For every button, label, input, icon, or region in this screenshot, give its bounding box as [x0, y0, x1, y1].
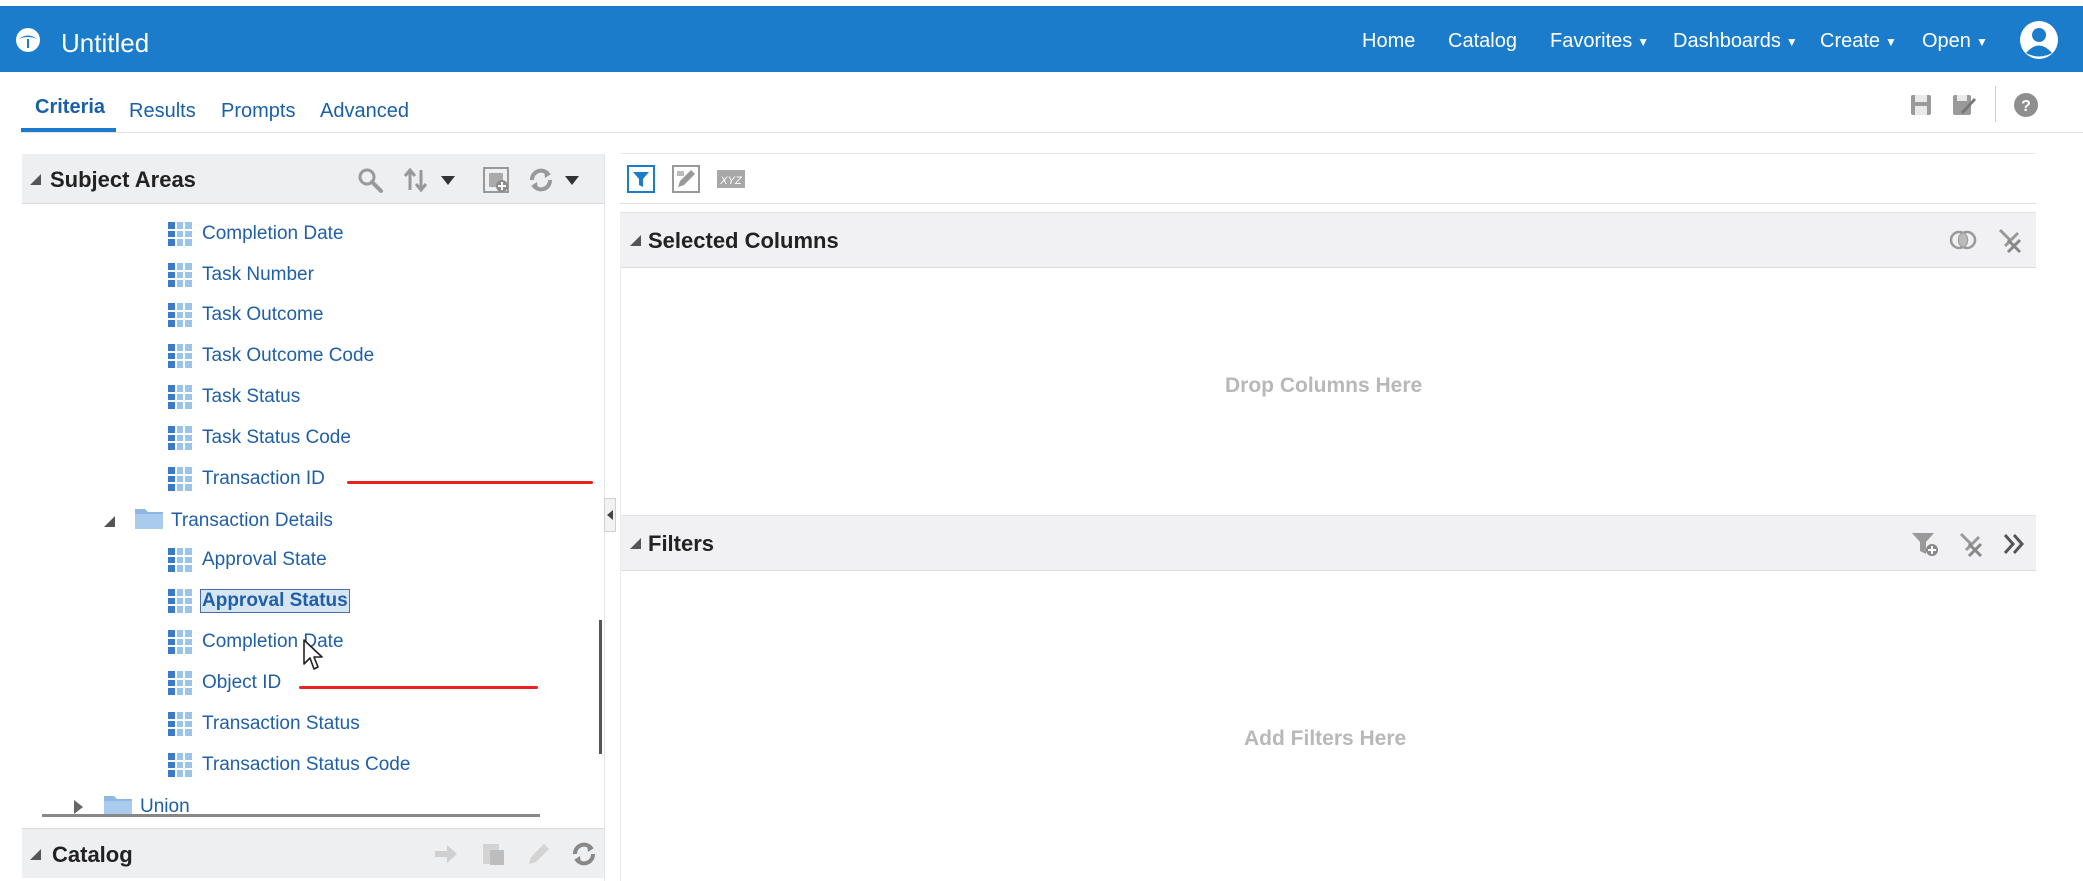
refresh-icon[interactable] — [570, 840, 598, 868]
combine-results-icon[interactable] — [1949, 228, 1977, 252]
save-as-icon[interactable] — [1950, 92, 1976, 118]
tree-column-label: Completion Date — [202, 223, 344, 244]
subject-areas-header: Subject Areas — [22, 154, 604, 204]
tree-column-label: Task Status — [202, 386, 301, 407]
collapse-triangle-icon[interactable] — [630, 235, 641, 246]
add-filter-icon[interactable] — [1910, 530, 1940, 558]
column-icon — [168, 222, 192, 246]
horizontal-scrollbar[interactable] — [42, 814, 540, 817]
add-filters-placeholder: Add Filters Here — [1244, 727, 1407, 750]
mouse-cursor-icon — [303, 639, 323, 670]
nav-dashboards[interactable]: Dashboards ▼ — [1673, 30, 1798, 53]
tab-divider — [21, 132, 2083, 133]
save-icon[interactable] — [1908, 92, 1934, 118]
nav-home[interactable]: Home — [1362, 30, 1415, 53]
refresh-dropdown-caret-icon[interactable] — [565, 176, 579, 185]
sort-icon[interactable] — [402, 166, 430, 194]
column-icon — [168, 467, 192, 491]
tree-column-label: Task Outcome — [202, 304, 324, 325]
folder-icon[interactable] — [135, 507, 163, 529]
filters-header: Filters — [620, 515, 2036, 571]
catalog-header: Catalog — [22, 828, 604, 878]
annotation-underline — [347, 481, 593, 484]
tree-column-label: Object ID — [202, 672, 282, 693]
collapse-triangle-icon[interactable] — [30, 849, 41, 860]
column-icon — [168, 589, 192, 613]
right-top-border — [620, 153, 2036, 154]
vertical-scrollbar[interactable] — [599, 620, 602, 754]
toolbar-divider — [620, 203, 2036, 204]
remove-all-columns-icon[interactable] — [1996, 226, 2024, 254]
tab-results[interactable]: Results — [129, 100, 196, 123]
svg-text:?: ? — [2021, 98, 2031, 115]
nav-create[interactable]: Create ▼ — [1820, 30, 1897, 53]
toolbar-divider — [1995, 86, 1996, 122]
arrow-right-icon[interactable] — [432, 840, 460, 868]
tree-column-label: Transaction ID — [202, 468, 325, 489]
expand-triangle-icon[interactable] — [74, 800, 83, 814]
tree-column-label: Transaction Status Code — [202, 754, 411, 775]
sort-dropdown-caret-icon[interactable] — [441, 176, 455, 185]
column-icon — [168, 671, 192, 695]
chevron-down-icon: ▼ — [1975, 34, 1988, 49]
column-icon — [168, 385, 192, 409]
top-header-bar: Untitled Home Catalog Favorites ▼ Dashboa… — [0, 6, 2083, 72]
chevron-down-icon: ▼ — [1637, 34, 1650, 49]
chevron-down-icon: ▼ — [1885, 34, 1897, 49]
column-icon — [168, 548, 192, 572]
selected-columns-title: Selected Columns — [648, 228, 839, 253]
tree-column-label: Task Outcome Code — [202, 345, 375, 366]
refresh-icon[interactable] — [527, 166, 555, 194]
folder-icon[interactable] — [104, 794, 132, 816]
edit-pencil-icon[interactable] — [525, 840, 553, 868]
column-icon — [168, 753, 192, 777]
tree-column-label: Task Status Code — [202, 427, 351, 448]
nav-open[interactable]: Open ▼ — [1922, 30, 1988, 53]
catalog-title: Catalog — [52, 842, 133, 867]
svg-text:XYZ: XYZ — [719, 175, 743, 187]
xyz-column-format-icon[interactable]: XYZ — [717, 168, 745, 190]
filters-title: Filters — [648, 531, 715, 556]
tab-advanced[interactable]: Advanced — [320, 100, 409, 123]
tree-folder-label[interactable]: Transaction Details — [171, 510, 333, 532]
content-left-border — [620, 268, 621, 881]
expand-double-chevron-icon[interactable] — [2000, 530, 2028, 558]
selected-columns-header: Selected Columns — [620, 212, 2036, 268]
column-icon — [168, 303, 192, 327]
tab-prompts[interactable]: Prompts — [221, 100, 295, 123]
oracle-analytics-logo-icon[interactable] — [14, 26, 42, 54]
tab-criteria[interactable]: Criteria — [35, 96, 105, 119]
help-icon[interactable]: ? — [2013, 92, 2039, 118]
tree-column-label: Transaction Status — [202, 713, 360, 734]
nav-catalog[interactable]: Catalog — [1448, 30, 1517, 53]
copy-icon[interactable] — [480, 840, 508, 868]
collapse-triangle-icon[interactable] — [630, 538, 641, 549]
tree-column-label: Approval State — [202, 549, 327, 570]
user-avatar-icon[interactable] — [2019, 20, 2059, 60]
collapse-panel-handle[interactable] — [604, 498, 616, 532]
column-icon — [168, 630, 192, 654]
nav-favorites[interactable]: Favorites ▼ — [1550, 30, 1649, 53]
drop-columns-placeholder: Drop Columns Here — [1225, 374, 1423, 397]
edit-selection-steps-icon[interactable] — [672, 165, 700, 193]
add-subject-area-icon[interactable] — [482, 166, 510, 194]
subject-areas-title: Subject Areas — [50, 167, 196, 192]
filter-toggle-icon[interactable] — [627, 165, 655, 193]
column-icon — [168, 344, 192, 368]
column-icon — [168, 426, 192, 450]
tree-column-label: Approval Status — [200, 589, 350, 613]
collapse-triangle-icon[interactable] — [30, 174, 41, 185]
tree-column-label: Task Number — [202, 264, 314, 285]
collapse-triangle-icon[interactable] — [104, 516, 115, 527]
page-title: Untitled — [61, 28, 150, 58]
remove-all-filters-icon[interactable] — [1957, 530, 1985, 558]
column-icon — [168, 263, 192, 287]
column-icon — [168, 712, 192, 736]
annotation-underline — [299, 686, 538, 689]
chevron-down-icon: ▼ — [1785, 34, 1798, 49]
search-icon[interactable] — [356, 166, 384, 194]
